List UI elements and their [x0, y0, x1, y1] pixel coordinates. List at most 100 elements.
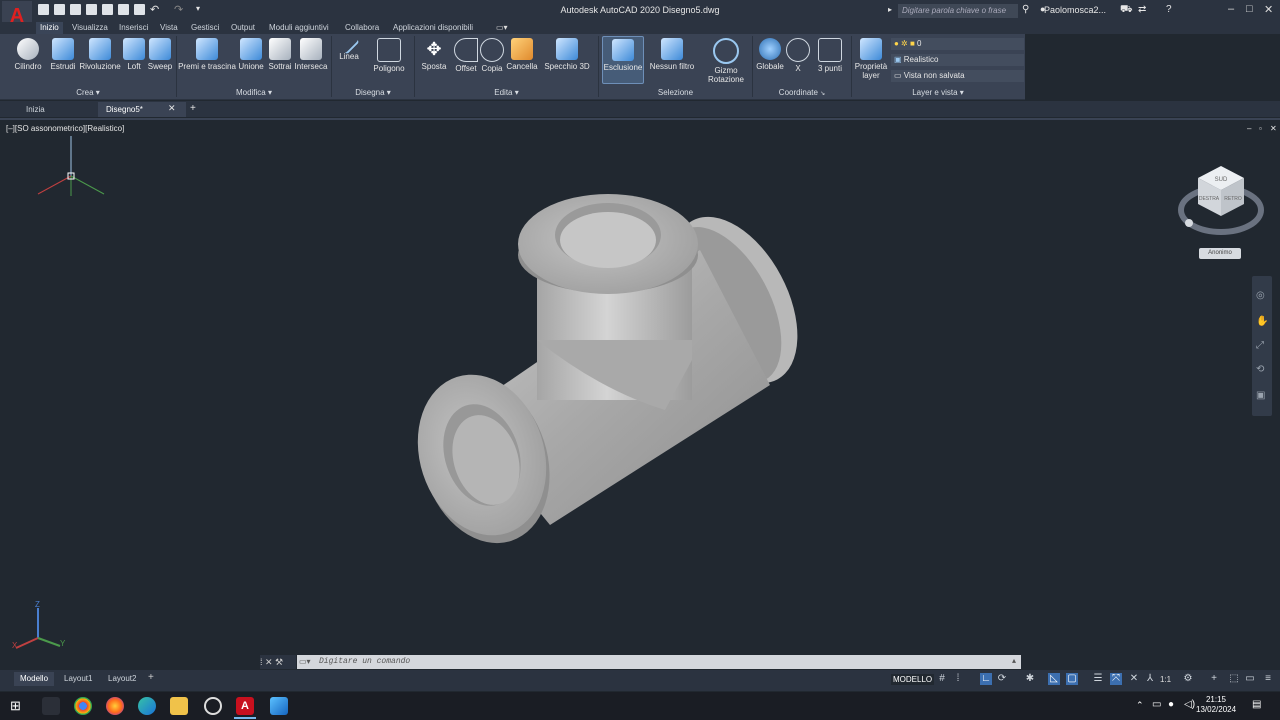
- tab-visualizza[interactable]: Visualizza: [68, 22, 112, 34]
- chrome-icon[interactable]: [74, 697, 92, 715]
- cilindro-button[interactable]: Cilindro: [10, 36, 46, 71]
- help-icon[interactable]: ?: [1166, 4, 1172, 15]
- unione-button[interactable]: Unione: [236, 36, 266, 71]
- add-layout-icon[interactable]: +: [148, 672, 154, 683]
- close-icon[interactable]: ✕: [1264, 3, 1273, 16]
- annotation-visibility-icon[interactable]: ⅄: [1144, 673, 1156, 685]
- tab-collabora[interactable]: Collabora: [341, 22, 383, 34]
- tab-gestisci[interactable]: Gestisci: [187, 22, 223, 34]
- obs-icon[interactable]: [204, 697, 222, 715]
- specchio-3d-button[interactable]: Specchio 3D: [542, 36, 592, 71]
- tab-inserisci[interactable]: Inserisci: [115, 22, 152, 34]
- selection-cycling-icon[interactable]: ⤧: [1110, 673, 1122, 685]
- object-snap-icon[interactable]: ◺: [1048, 673, 1060, 685]
- model-space-toggle[interactable]: MODELLO: [891, 674, 935, 685]
- hardware-acceleration-icon[interactable]: ▭: [1244, 673, 1256, 685]
- panel-layer-vista[interactable]: Layer e vista ▾: [852, 88, 1024, 97]
- gizmo-status-icon[interactable]: ✕: [1128, 673, 1140, 685]
- proprieta-layer-button[interactable]: Proprietà layer: [853, 36, 889, 80]
- add-icon[interactable]: +: [1208, 673, 1220, 685]
- panel-modifica[interactable]: Modifica ▾: [177, 88, 331, 97]
- panel-crea[interactable]: Crea ▾: [0, 88, 176, 97]
- named-view-dropdown[interactable]: ▭ Vista non salvata: [891, 70, 1024, 82]
- binoculars-icon[interactable]: ⚲: [1022, 4, 1029, 15]
- linea-button[interactable]: Linea: [334, 33, 364, 61]
- globale-button[interactable]: Globale: [754, 36, 786, 71]
- sottrai-button[interactable]: Sottrai: [266, 36, 294, 71]
- command-history-icon[interactable]: ▭▾: [299, 657, 311, 666]
- viewport-restore-icon[interactable]: ▫: [1259, 124, 1262, 133]
- sposta-button[interactable]: ✥ Sposta: [418, 36, 450, 71]
- command-expand-icon[interactable]: ▴: [1012, 656, 1016, 665]
- tray-chevron-icon[interactable]: ⌃: [1136, 700, 1144, 711]
- viewport-minimize-icon[interactable]: –: [1247, 124, 1251, 133]
- tab-output[interactable]: Output: [227, 22, 259, 34]
- customize-status-icon[interactable]: ≡: [1262, 673, 1274, 685]
- viewcube[interactable]: SUD DESTRA RETRO: [1176, 160, 1266, 240]
- rivoluzione-button[interactable]: Rivoluzione: [78, 36, 122, 71]
- firefox-icon[interactable]: [106, 697, 124, 715]
- premi-trascina-button[interactable]: Premi e trascina: [178, 36, 236, 71]
- ribbon-toggle-icon[interactable]: ▭▾: [496, 23, 508, 32]
- close-tab-icon[interactable]: ✕: [168, 103, 176, 114]
- zoom-icon[interactable]: ⤢: [1256, 340, 1264, 351]
- viewport-controls-label[interactable]: [–][SO assonometrico][Realistico]: [6, 124, 124, 133]
- 3d-osnap-icon[interactable]: ▢: [1066, 673, 1078, 685]
- tab-inizio[interactable]: Inizio: [36, 22, 63, 34]
- panel-selezione[interactable]: Selezione: [599, 88, 752, 97]
- command-input[interactable]: Digitare un comando: [297, 655, 1021, 669]
- user-name[interactable]: Paolomosca2...: [1044, 5, 1106, 15]
- workspace-gear-icon[interactable]: ⚙: [1182, 673, 1194, 685]
- cart-icon[interactable]: ⛟: [1120, 4, 1133, 17]
- panel-coordinate[interactable]: Coordinate ↘: [753, 88, 851, 97]
- new-tab-icon[interactable]: +: [190, 103, 196, 114]
- cancella-button[interactable]: Cancella: [504, 36, 540, 71]
- layout-tab-modello[interactable]: Modello: [14, 672, 55, 686]
- estrudi-button[interactable]: Estrudi: [48, 36, 78, 71]
- photos-icon[interactable]: [270, 697, 288, 715]
- layout-tab-layout1[interactable]: Layout1: [58, 672, 98, 686]
- panel-edita[interactable]: Edita ▾: [415, 88, 598, 97]
- maximize-icon[interactable]: □: [1246, 3, 1253, 15]
- network-icon[interactable]: ▭: [1152, 699, 1161, 710]
- steering-wheel-icon[interactable]: ◎: [1256, 290, 1265, 301]
- esclusione-button[interactable]: Esclusione: [602, 36, 644, 84]
- file-explorer-icon[interactable]: [170, 697, 188, 715]
- windows-start-icon[interactable]: ⊞: [10, 698, 21, 714]
- x-axis-button[interactable]: X: [786, 36, 810, 73]
- viewport-close-icon[interactable]: ✕: [1270, 124, 1277, 133]
- ucs-menu[interactable]: Anonimo: [1199, 248, 1241, 259]
- loft-button[interactable]: Loft: [122, 36, 146, 71]
- visual-style-dropdown[interactable]: ▣ Realistico: [891, 54, 1024, 66]
- poligono-button[interactable]: Poligono: [368, 36, 410, 73]
- tab-moduli-aggiuntivi[interactable]: Moduli aggiuntivi: [265, 22, 333, 34]
- tab-vista[interactable]: Vista: [156, 22, 182, 34]
- grid-icon[interactable]: #: [936, 673, 948, 685]
- annotation-scale[interactable]: 1:1: [1160, 675, 1171, 684]
- panel-disegna[interactable]: Disegna ▾: [332, 88, 414, 97]
- exchange-icon[interactable]: ⇄: [1138, 4, 1146, 15]
- showmotion-icon[interactable]: ▣: [1256, 390, 1265, 401]
- snap-icon[interactable]: ⁞: [952, 673, 964, 685]
- orbit-icon[interactable]: ⟲: [1256, 364, 1264, 375]
- tre-punti-button[interactable]: 3 punti: [814, 36, 846, 73]
- taskbar-clock[interactable]: 21:15 13/02/2024: [1196, 695, 1236, 715]
- file-tab-start[interactable]: Inizia: [18, 102, 53, 117]
- polar-icon[interactable]: ⟳: [996, 673, 1008, 685]
- tab-applicazioni-disponibili[interactable]: Applicazioni disponibili: [389, 22, 477, 34]
- ortho-icon[interactable]: ∟: [980, 673, 992, 685]
- autocad-taskbar-icon[interactable]: A: [236, 697, 254, 715]
- minimize-icon[interactable]: –: [1228, 3, 1234, 15]
- edge-icon[interactable]: [138, 697, 156, 715]
- tee-pipe-3d-model[interactable]: [400, 180, 820, 550]
- dialog-launcher-icon[interactable]: ↘: [820, 91, 825, 97]
- pan-icon[interactable]: ✋: [1256, 316, 1268, 327]
- copia-button[interactable]: Copia: [480, 36, 504, 73]
- search-input[interactable]: Digitare parola chiave o frase: [898, 4, 1018, 18]
- notifications-icon[interactable]: ▤: [1252, 699, 1261, 710]
- offset-button[interactable]: Offset: [452, 36, 480, 73]
- nessun-filtro-button[interactable]: Nessun filtro: [646, 36, 698, 71]
- volume-icon[interactable]: ◁): [1184, 699, 1195, 710]
- layer-dropdown[interactable]: ● ✲ ■ 0: [891, 38, 1024, 50]
- lineweight-icon[interactable]: ☰: [1092, 673, 1104, 685]
